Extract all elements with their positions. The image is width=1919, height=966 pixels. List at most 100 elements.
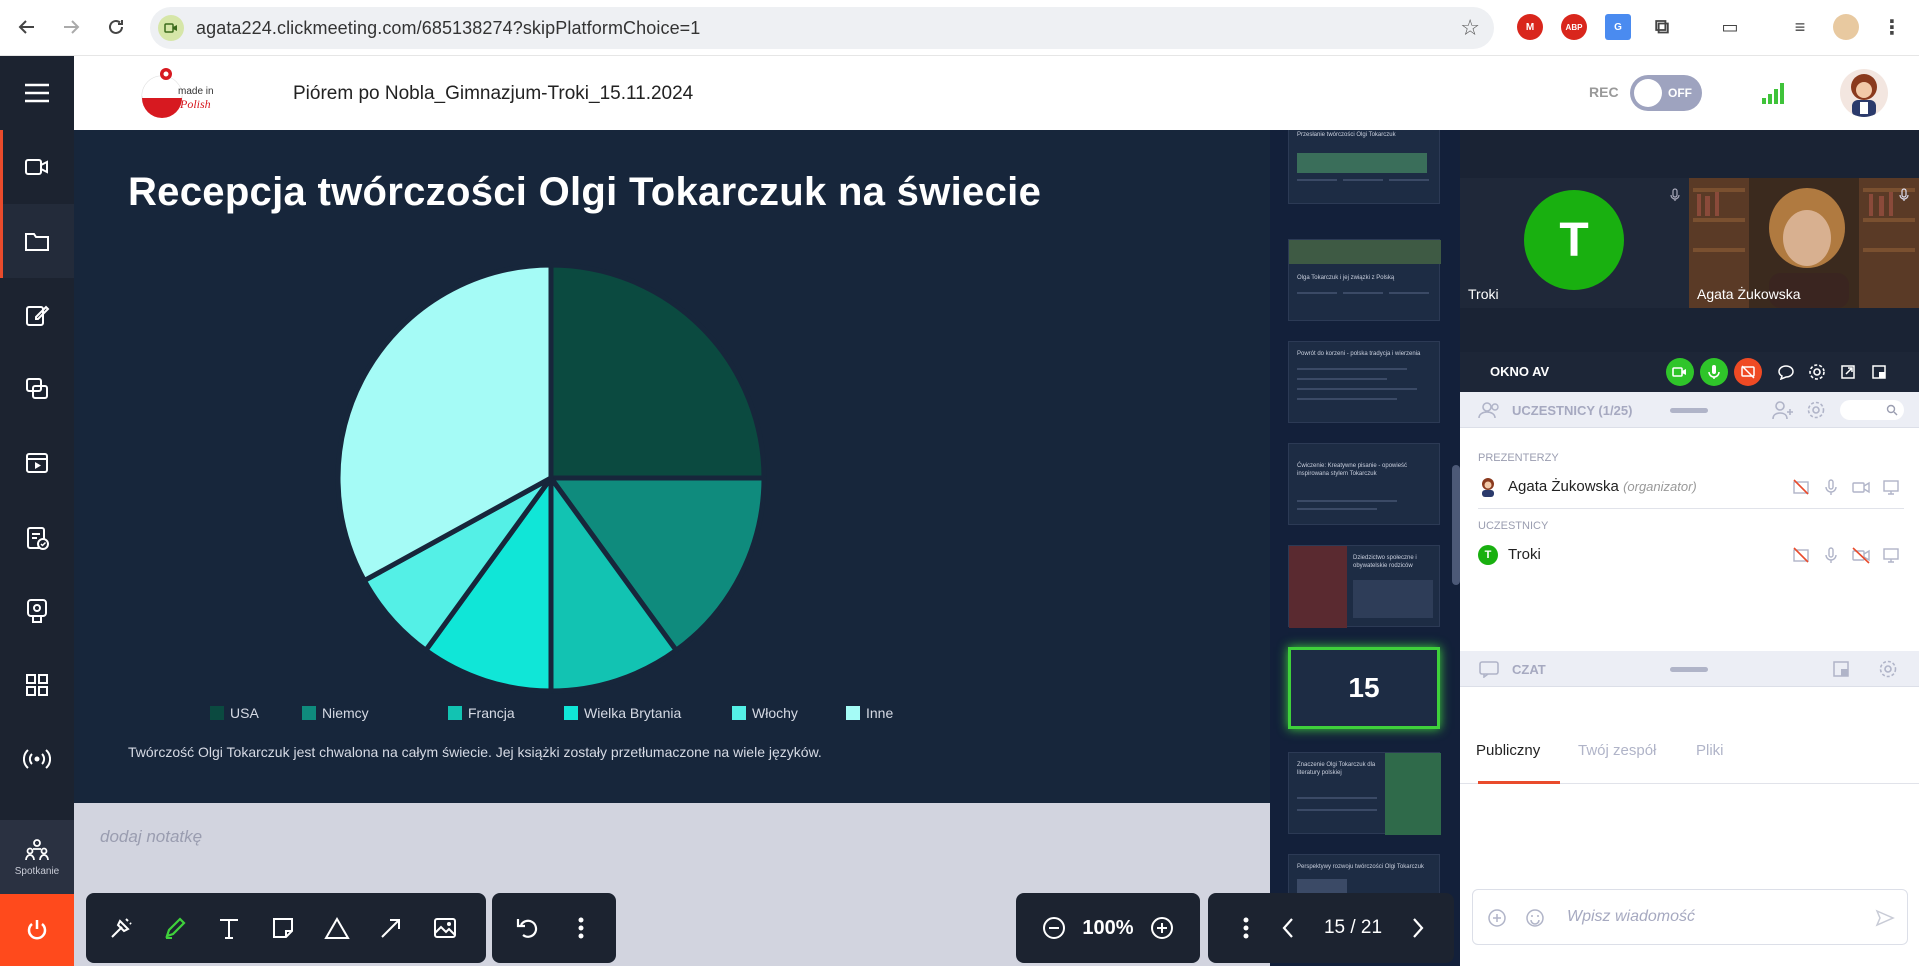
sidebar-item-files[interactable] [0, 204, 74, 278]
zoom-in-button[interactable] [1140, 901, 1184, 955]
meeting-title: Piórem po Nobla_Gimnazjum-Troki_15.11.20… [293, 83, 694, 104]
reading-mode-icon[interactable]: ▭ [1717, 14, 1743, 40]
media-control-icon[interactable]: ≡ [1787, 14, 1813, 40]
add-participant-icon[interactable] [1772, 400, 1794, 420]
undo-button[interactable] [500, 901, 554, 955]
hamburger-menu-button[interactable] [0, 56, 74, 130]
tab-public[interactable]: Publiczny [1476, 742, 1540, 759]
image-tool-button[interactable] [418, 901, 472, 955]
sidebar-item-media[interactable] [0, 426, 74, 500]
next-slide-button[interactable] [1398, 901, 1438, 955]
sidebar-item-video[interactable] [0, 130, 74, 204]
participants-header: UCZESTNICY (1/25) [1460, 392, 1919, 428]
browser-menu-icon[interactable]: ⋮ [1879, 14, 1905, 40]
clipboard-check-icon [27, 527, 49, 550]
thumbnail-page-number: 15 [1348, 672, 1380, 703]
meeting-people-icon [25, 838, 49, 860]
sidebar-item-whiteboard[interactable] [0, 278, 74, 352]
slide-thumbnail[interactable]: Powrót do korzeni - polska tradycja i wi… [1288, 341, 1440, 423]
add-attachment-icon[interactable] [1487, 908, 1507, 928]
address-bar[interactable]: agata224.clickmeeting.com/685138274?skip… [150, 7, 1494, 49]
connection-signal-icon[interactable] [1760, 80, 1788, 106]
presenter-toggle-icon[interactable] [1792, 478, 1810, 496]
participant-mic-icon[interactable] [1822, 546, 1840, 564]
bookmark-star-icon[interactable]: ☆ [1460, 15, 1480, 41]
reload-icon[interactable] [101, 12, 131, 42]
chat-bubble-icon[interactable] [1772, 358, 1800, 386]
triangle-icon [324, 917, 350, 939]
video-tile[interactable]: Agata Żukowska [1689, 178, 1919, 308]
pointer-tool-button[interactable] [94, 901, 148, 955]
chevron-left-icon [1282, 918, 1293, 938]
translate-extension-icon[interactable]: G [1605, 14, 1631, 40]
legend-swatch [448, 706, 462, 720]
slide-thumbnail[interactable]: Ćwiczenie: Kreatywne pisanie - opowieść … [1288, 443, 1440, 525]
popout-icon[interactable] [1865, 358, 1893, 386]
sidebar-item-screen-share[interactable] [0, 352, 74, 426]
chat-message-input[interactable]: Wpisz wiadomość [1472, 889, 1908, 945]
resize-handle[interactable] [1670, 667, 1708, 672]
sidebar-item-apps[interactable] [0, 648, 74, 722]
participants-settings-icon[interactable] [1806, 400, 1826, 420]
browser-toolbar: agata224.clickmeeting.com/685138274?skip… [0, 0, 1919, 56]
text-tool-button[interactable] [202, 901, 256, 955]
forward-icon[interactable] [56, 12, 86, 42]
sidebar-item-meeting[interactable]: Spotkanie [0, 820, 74, 894]
participant-row[interactable]: Agata Żukowska (organizator) [1460, 466, 1919, 506]
profile-avatar-icon[interactable] [1833, 14, 1859, 40]
sidebar-item-tests[interactable] [0, 500, 74, 574]
extensions-puzzle-icon[interactable]: ⧉ [1649, 14, 1675, 40]
adblock-extension-icon[interactable]: ABP [1561, 14, 1587, 40]
thumbnails-scrollbar[interactable] [1452, 465, 1460, 585]
thumbnail-title: Ćwiczenie: Kreatywne pisanie - opowieść … [1297, 463, 1408, 477]
gmail-extension-icon[interactable]: M [1517, 14, 1543, 40]
participant-camera-icon[interactable] [1852, 478, 1870, 496]
participant-avatar: T [1524, 190, 1624, 290]
sidebar-item-broadcast[interactable] [0, 722, 74, 796]
participants-count: UCZESTNICY (1/25) [1512, 403, 1633, 418]
shape-tool-button[interactable] [310, 901, 364, 955]
presenter-toggle-icon[interactable] [1792, 546, 1810, 564]
legend-swatch [564, 706, 578, 720]
sticky-note-tool-button[interactable] [256, 901, 310, 955]
pen-tool-button[interactable] [148, 901, 202, 955]
participant-mic-icon[interactable] [1822, 478, 1840, 496]
back-icon[interactable] [12, 12, 42, 42]
tab-team[interactable]: Twój zespół [1578, 742, 1656, 759]
resize-handle[interactable] [1670, 408, 1708, 413]
slide-thumbnail[interactable]: Przesłanie twórczości Olgi Tokarczuk [1288, 130, 1440, 204]
zoom-out-button[interactable] [1032, 901, 1076, 955]
camera-toggle-icon[interactable] [1666, 358, 1694, 386]
slide-thumbnail[interactable]: Znaczenie Olgi Tokarczuk dla literatury … [1288, 752, 1441, 835]
rec-toggle[interactable]: OFF [1630, 75, 1702, 111]
participants-search-input[interactable] [1840, 400, 1904, 420]
send-icon[interactable] [1875, 908, 1895, 928]
slide-thumbnail-current[interactable]: 15 [1288, 647, 1440, 729]
arrow-tool-button[interactable] [364, 901, 418, 955]
expand-icon[interactable] [1834, 358, 1862, 386]
settings-gear-icon[interactable] [1803, 358, 1831, 386]
slide-options-button[interactable] [1224, 901, 1268, 955]
participant-screen-icon[interactable] [1882, 546, 1900, 564]
leave-meeting-button[interactable] [0, 894, 74, 966]
previous-slide-button[interactable] [1268, 901, 1308, 955]
tab-files[interactable]: Pliki [1696, 742, 1724, 759]
slide-thumbnail[interactable]: Olga Tokarczuk i jej związki z Polską [1288, 239, 1441, 321]
participant-screen-icon[interactable] [1882, 478, 1900, 496]
screen-share-off-icon[interactable] [1734, 358, 1762, 386]
emoji-icon[interactable] [1525, 908, 1545, 928]
participant-camera-off-icon[interactable] [1852, 546, 1870, 564]
sidebar-item-polls[interactable] [0, 574, 74, 648]
slide-thumbnail[interactable]: Dziedzictwo społeczne i obywatelskie rod… [1288, 545, 1440, 628]
chat-popout-icon[interactable] [1832, 660, 1850, 678]
user-avatar[interactable] [1840, 69, 1888, 117]
mic-toggle-icon[interactable] [1700, 358, 1728, 386]
zoom-out-icon [1043, 917, 1065, 939]
participant-row[interactable]: T Troki [1460, 534, 1919, 574]
video-tile[interactable]: T Troki [1460, 178, 1690, 308]
video-player-icon [26, 453, 48, 473]
legend-label: Inne [866, 705, 894, 721]
more-options-button[interactable] [554, 901, 608, 955]
chat-settings-icon[interactable] [1878, 659, 1898, 679]
rec-toggle-knob [1634, 79, 1662, 107]
